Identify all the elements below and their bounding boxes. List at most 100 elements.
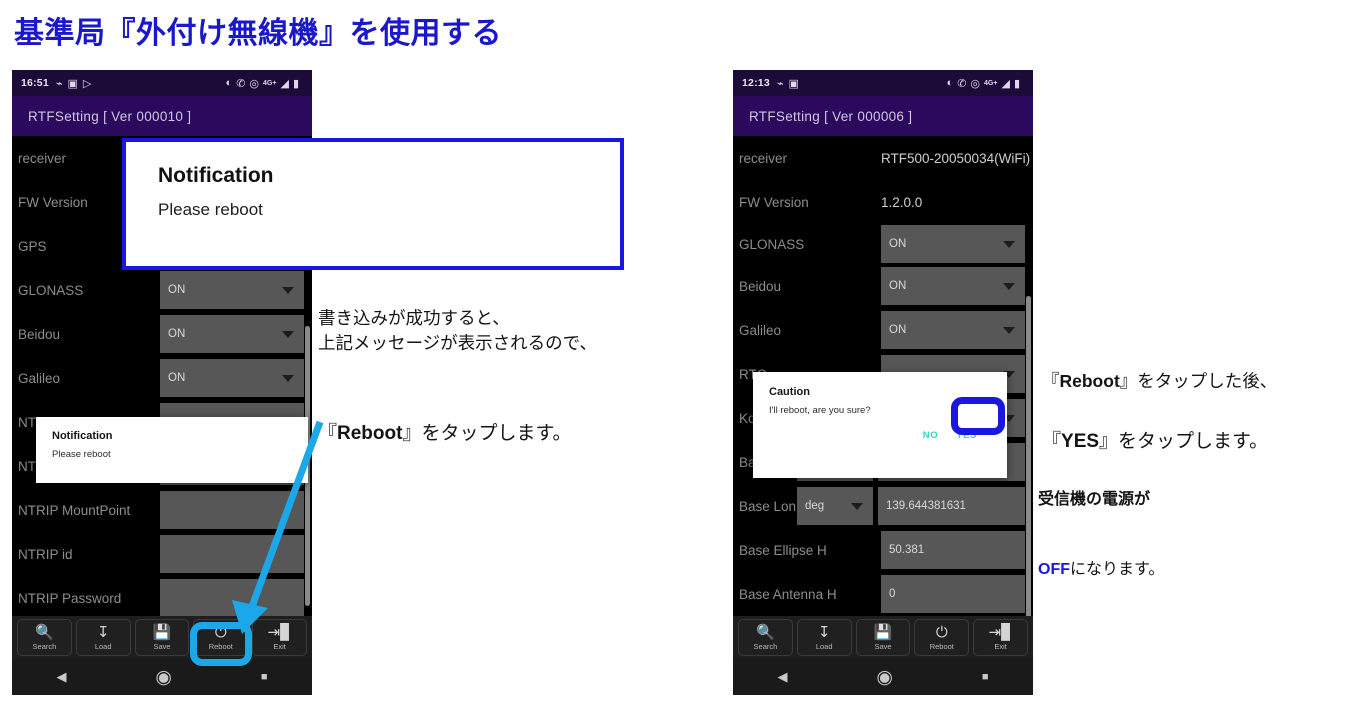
power-icon: ⏻ xyxy=(935,623,948,641)
search-icon: 🔍 xyxy=(35,623,54,641)
chevron-down-icon xyxy=(851,502,863,510)
base-lon-input[interactable]: 139.644381631 xyxy=(878,487,1025,525)
annotation-right-2-bold: YES xyxy=(1061,430,1100,452)
annotation-right-2: 『YES』をタップします。 xyxy=(1042,400,1268,455)
beidou-dropdown[interactable]: ON xyxy=(881,267,1025,305)
android-nav-bar: ◀ ◉ ■ xyxy=(12,659,312,695)
annotation-left-2: 『Reboot』をタップします。 xyxy=(318,392,572,447)
save-button-label: Save xyxy=(153,641,171,651)
row-label-galileo: Galileo xyxy=(739,322,782,338)
row-label-base-ellipse-h: Base Ellipse H xyxy=(739,542,827,558)
table-row[interactable]: Base Lon deg 139.644381631 xyxy=(733,484,1033,528)
exit-door-icon: ⇥▊ xyxy=(267,623,292,641)
row-label-base-antenna-h: Base Antenna H xyxy=(739,586,837,602)
load-button[interactable]: ↧ Load xyxy=(796,619,852,656)
back-icon[interactable]: ◀ xyxy=(777,669,787,685)
ntrip-password-input[interactable] xyxy=(160,579,304,617)
glonass-dropdown[interactable]: ON xyxy=(881,225,1025,263)
reboot-button-highlight xyxy=(190,622,252,666)
no-button[interactable]: NO xyxy=(923,430,938,441)
annotation-right-1-bold: Reboot xyxy=(1059,371,1120,392)
table-row[interactable]: Galileo ON xyxy=(12,356,312,400)
chevron-down-icon xyxy=(1003,240,1015,248)
vertical-scrollbar[interactable] xyxy=(1026,296,1031,626)
load-button[interactable]: ↧ Load xyxy=(75,619,131,656)
load-button-label: Load xyxy=(94,641,112,651)
battery-icon: ▮ xyxy=(1013,77,1020,90)
search-button[interactable]: 🔍 Search xyxy=(738,619,793,656)
table-row[interactable]: Galileo ON xyxy=(733,308,1033,352)
exit-button[interactable]: ⇥▊ Exit xyxy=(252,619,307,656)
beidou-value: ON xyxy=(889,280,907,292)
row-label-galileo: Galileo xyxy=(18,370,61,386)
yes-button-highlight xyxy=(951,397,1005,435)
floppy-disk-icon: 💾 xyxy=(152,623,172,641)
app-bar: RTFSetting [ Ver 000006 ] xyxy=(733,96,1033,136)
table-row[interactable]: NTRIP id xyxy=(12,532,312,576)
galileo-dropdown[interactable]: ON xyxy=(881,311,1025,349)
row-label-base-lon: Base Lon xyxy=(739,498,797,514)
reboot-button-label: Reboot xyxy=(929,641,954,651)
table-row[interactable]: NTRIP MountPoint xyxy=(12,488,312,532)
annotation-right-3-line1: 受信機の電源が xyxy=(1038,491,1151,509)
galileo-dropdown[interactable]: ON xyxy=(160,359,304,397)
battery-icon: ▮ xyxy=(292,77,299,90)
base-ellipse-h-input[interactable]: 50.381 xyxy=(881,531,1025,569)
ntrip-mountpoint-input[interactable] xyxy=(160,491,304,529)
annotation-left-2-bold: Reboot xyxy=(337,422,403,444)
table-row[interactable]: Beidou ON xyxy=(733,264,1033,308)
notification-callout: Notification Please reboot xyxy=(122,138,624,270)
row-label-glonass: GLONASS xyxy=(739,236,805,252)
home-icon[interactable]: ◉ xyxy=(876,666,893,689)
base-antenna-h-value: 0 xyxy=(889,588,896,600)
table-row[interactable]: Base Ellipse H 50.381 xyxy=(733,528,1033,572)
save-button-label: Save xyxy=(874,641,892,651)
call-icon: ✆ xyxy=(957,77,967,90)
download-icon: ↧ xyxy=(96,623,110,641)
music-icon: ⌁ xyxy=(776,77,784,90)
message-icon: ▣ xyxy=(67,77,78,90)
exit-button[interactable]: ⇥▊ Exit xyxy=(973,619,1028,656)
base-ellipse-h-value: 50.381 xyxy=(889,544,925,556)
status-bar: 12:13 ⌁ ▣ ◐ ✆ ◎ 4G+ ◢ ▮ xyxy=(733,70,1033,96)
base-lon-unit-dropdown[interactable]: deg xyxy=(797,487,873,525)
save-button[interactable]: 💾 Save xyxy=(855,619,911,656)
annotation-right-2-post: 』をタップします。 xyxy=(1099,430,1269,452)
save-button[interactable]: 💾 Save xyxy=(134,619,190,656)
recents-icon[interactable]: ■ xyxy=(261,671,268,683)
notification-dialog: Notification Please reboot xyxy=(36,417,308,483)
search-icon: 🔍 xyxy=(756,623,775,641)
back-icon[interactable]: ◀ xyxy=(56,669,66,685)
status-bar: 16:51 ⌁ ▣ ▷ ◐ ✆ ◎ 4G+ ◢ ▮ xyxy=(12,70,312,96)
table-row[interactable]: Beidou ON xyxy=(12,312,312,356)
recents-icon[interactable]: ■ xyxy=(982,671,989,683)
annotation-right-3: 受信機の電源が OFFになります。 xyxy=(1038,465,1164,604)
beidou-dropdown[interactable]: ON xyxy=(160,315,304,353)
reboot-button[interactable]: ⏻ Reboot xyxy=(914,619,970,656)
call-icon: ✆ xyxy=(236,77,246,90)
dialog-title: Caution xyxy=(769,386,810,398)
chevron-down-icon xyxy=(282,330,294,338)
annotation-left-2-pre: 『 xyxy=(318,422,338,444)
base-antenna-h-input[interactable]: 0 xyxy=(881,575,1025,613)
annotation-left-2-post: 』をタップします。 xyxy=(402,422,572,444)
base-lon-value: 139.644381631 xyxy=(886,500,966,512)
glonass-dropdown[interactable]: ON xyxy=(160,271,304,309)
home-icon[interactable]: ◉ xyxy=(155,666,172,689)
ntrip-id-input[interactable] xyxy=(160,535,304,573)
android-nav-bar: ◀ ◉ ■ xyxy=(733,659,1033,695)
chevron-down-icon xyxy=(1003,282,1015,290)
table-row[interactable]: GLONASS ON xyxy=(733,224,1033,264)
table-row[interactable]: Base Antenna H 0 xyxy=(733,572,1033,616)
chevron-down-icon xyxy=(1003,326,1015,334)
table-row[interactable]: NTRIP Password xyxy=(12,576,312,620)
chevron-down-icon xyxy=(282,286,294,294)
row-label-fw-version: FW Version xyxy=(739,194,809,210)
search-button[interactable]: 🔍 Search xyxy=(17,619,72,656)
table-row[interactable]: GLONASS ON xyxy=(12,268,312,312)
annotation-left-1: 書き込みが成功すると、 上記メッセージが表示されるので、 xyxy=(318,308,597,354)
base-lon-unit-value: deg xyxy=(805,500,825,512)
beidou-value: ON xyxy=(168,328,186,340)
signal-icon: ◢ xyxy=(1001,77,1010,90)
bottom-toolbar: 🔍 Search ↧ Load 💾 Save ⏻ Reboot ⇥▊ Exit xyxy=(12,616,312,659)
